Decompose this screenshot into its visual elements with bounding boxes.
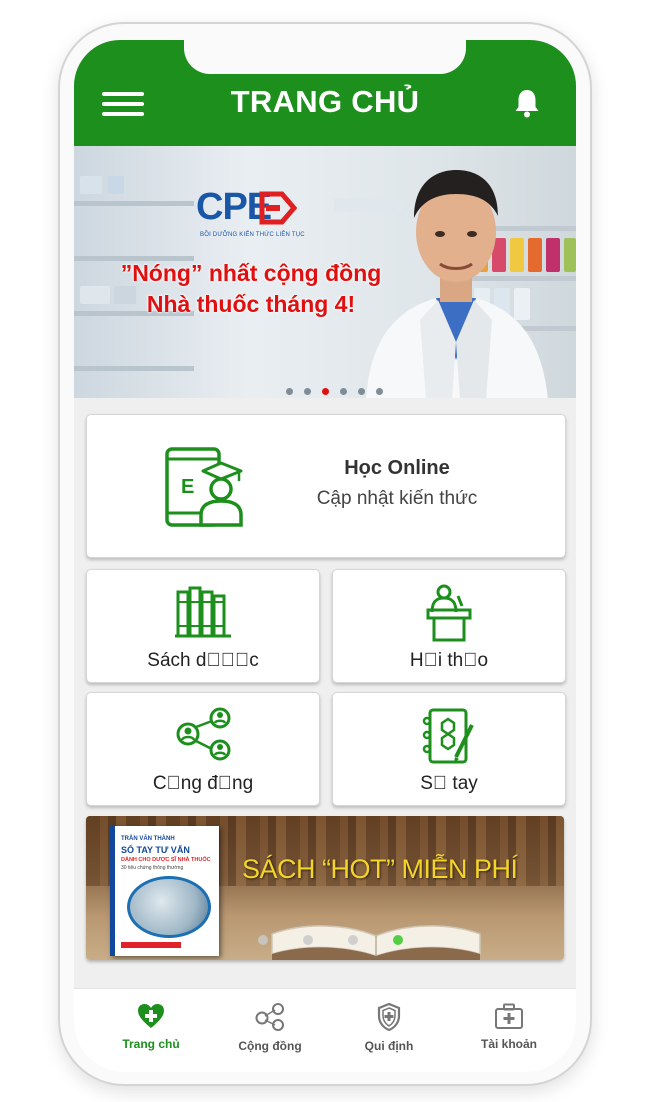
tab-regulations[interactable]: Qui định	[334, 1002, 444, 1053]
book-banner-title: SÁCH “HOT” MIỄN PHÍ	[242, 854, 518, 884]
svg-text:E: E	[181, 476, 194, 498]
app-header: TRANG CHỦ	[74, 40, 576, 146]
notebook-icon	[422, 708, 474, 764]
online-card-title: Học Online	[344, 457, 450, 479]
tile-label: Sách d   c	[147, 650, 259, 671]
free-book-banner[interactable]: TRẦN VĂN THÀNH SỔ TAY TƯ VẤN DÀNH CHO DƯ…	[86, 816, 564, 960]
hamburger-menu-icon[interactable]	[102, 92, 144, 116]
tile-label: S  tay	[420, 773, 478, 794]
tile-label: C ng đ ng	[152, 773, 254, 794]
heart-plus-icon	[138, 1004, 164, 1028]
online-learning-card[interactable]: E Học Online Cập nhật kiến thức	[86, 414, 566, 558]
pagination-dot[interactable]	[286, 388, 293, 395]
cpe-tagline: BỒI DƯỠNG KIẾN THỨC LIÊN TỤC	[200, 232, 305, 238]
banner-pagination	[286, 380, 389, 395]
books-icon	[175, 586, 231, 638]
community-network-icon	[176, 707, 231, 761]
app-screen: TRANG CHỦ CPE BỒI DƯỠNG KIẾN THỨC LIÊN T…	[74, 40, 576, 1072]
community-network-icon	[255, 1003, 284, 1031]
tile-pharmacy-books[interactable]: Sách d   c	[86, 569, 320, 683]
phone-notch	[184, 40, 466, 74]
bell-icon[interactable]	[514, 88, 540, 118]
page-title: TRANG CHỦ	[230, 84, 420, 119]
shield-plus-icon	[377, 1002, 401, 1032]
tablet-graduate-icon: E	[165, 447, 243, 527]
online-card-subtitle: Cập nhật kiến thức	[316, 488, 478, 509]
tile-label: H i th o	[409, 650, 489, 671]
pagination-dot[interactable]	[304, 388, 312, 395]
tab-account[interactable]: Tài khoản	[454, 1003, 564, 1051]
bottom-tab-bar: Trang chủ Cộng đồng Qui định Tài khoản	[74, 988, 576, 1072]
hero-banner[interactable]: CPE BỒI DƯỠNG KIẾN THỨC LIÊN TỤC ”Nóng” …	[74, 146, 576, 398]
tab-community[interactable]: Cộng đồng	[215, 1003, 325, 1053]
pagination-dot[interactable]	[258, 935, 268, 945]
tab-home[interactable]: Trang chủ	[96, 1003, 206, 1051]
cpe-arrow-icon	[259, 191, 298, 225]
tile-seminar[interactable]: H i th o	[332, 569, 566, 683]
presenter-photo	[366, 170, 548, 398]
tile-handbook[interactable]: S  tay	[332, 692, 566, 806]
book-banner-pagination	[258, 930, 433, 945]
podium-speaker-icon	[426, 584, 472, 642]
pagination-dot-active[interactable]	[322, 388, 330, 395]
book-cover-image: TRẦN VĂN THÀNH SỔ TAY TƯ VẤN DÀNH CHO DƯ…	[110, 826, 219, 956]
medical-bag-icon	[495, 1003, 523, 1029]
tile-community[interactable]: C ng đ ng	[86, 692, 320, 806]
pagination-dot[interactable]	[340, 388, 348, 395]
